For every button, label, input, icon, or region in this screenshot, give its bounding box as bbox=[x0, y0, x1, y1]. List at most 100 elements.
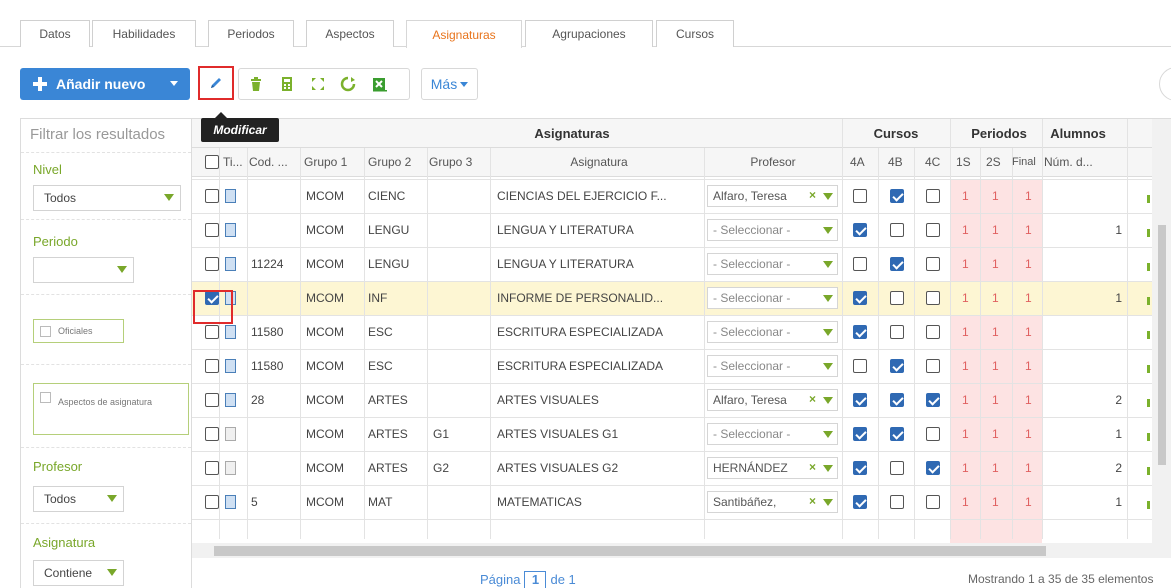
curso-4b-checkbox[interactable] bbox=[890, 223, 904, 237]
curso-4c-checkbox[interactable] bbox=[926, 257, 940, 271]
document-icon[interactable] bbox=[225, 325, 236, 339]
curso-4c-checkbox[interactable] bbox=[926, 393, 940, 407]
curso-4a-checkbox[interactable] bbox=[853, 359, 867, 373]
curso-4c-checkbox[interactable] bbox=[926, 291, 940, 305]
document-icon[interactable] bbox=[225, 257, 236, 271]
expand-button[interactable] bbox=[304, 68, 332, 100]
profesor-select[interactable]: Alfaro, Teresa × bbox=[707, 389, 838, 411]
curso-4b-checkbox[interactable] bbox=[890, 461, 904, 475]
tab-cursos[interactable]: Cursos bbox=[656, 20, 734, 47]
document-icon[interactable] bbox=[225, 393, 236, 407]
col-header-1s[interactable]: 1S bbox=[956, 148, 976, 176]
document-icon[interactable] bbox=[225, 495, 236, 509]
profesor-select[interactable]: - Seleccionar - bbox=[707, 219, 838, 241]
col-header-grupo3[interactable]: Grupo 3 bbox=[429, 148, 489, 176]
curso-4b-checkbox[interactable] bbox=[890, 257, 904, 271]
refresh-button[interactable] bbox=[334, 68, 362, 100]
col-header-4a[interactable]: 4A bbox=[850, 148, 870, 176]
document-icon[interactable] bbox=[225, 189, 236, 203]
curso-4b-checkbox[interactable] bbox=[890, 325, 904, 339]
row-checkbox[interactable] bbox=[205, 393, 219, 407]
col-header-2s[interactable]: 2S bbox=[986, 148, 1006, 176]
dropdown-caret-icon[interactable] bbox=[170, 81, 178, 86]
curso-4c-checkbox[interactable] bbox=[926, 495, 940, 509]
col-header-final[interactable]: Final bbox=[1012, 148, 1046, 176]
periodo-select[interactable] bbox=[33, 257, 134, 283]
row-checkbox[interactable] bbox=[205, 359, 219, 373]
curso-4a-checkbox[interactable] bbox=[853, 495, 867, 509]
col-header-profesor[interactable]: Profesor bbox=[704, 148, 842, 176]
curso-4a-checkbox[interactable] bbox=[853, 427, 867, 441]
row-checkbox[interactable] bbox=[205, 427, 219, 441]
curso-4b-checkbox[interactable] bbox=[890, 427, 904, 441]
col-header-grupo2[interactable]: Grupo 2 bbox=[368, 148, 428, 176]
col-header-4c[interactable]: 4C bbox=[925, 148, 945, 176]
curso-4a-checkbox[interactable] bbox=[853, 291, 867, 305]
row-checkbox[interactable] bbox=[205, 257, 219, 271]
profesor-select[interactable]: - Seleccionar - bbox=[707, 321, 838, 343]
curso-4a-checkbox[interactable] bbox=[853, 393, 867, 407]
profesor-select[interactable]: - Seleccionar - bbox=[707, 355, 838, 377]
curso-4c-checkbox[interactable] bbox=[926, 189, 940, 203]
select-all-checkbox[interactable] bbox=[205, 155, 219, 169]
curso-4c-checkbox[interactable] bbox=[926, 461, 940, 475]
profesor-select[interactable]: Alfaro, Teresa × bbox=[707, 185, 838, 207]
curso-4c-checkbox[interactable] bbox=[926, 427, 940, 441]
filter-results-input[interactable]: Filtrar los resultados bbox=[30, 126, 165, 143]
profesor-select[interactable]: - Seleccionar - bbox=[707, 423, 838, 445]
more-button[interactable]: Más bbox=[421, 68, 478, 100]
col-header-tipo[interactable]: Ti... bbox=[223, 148, 247, 176]
curso-4b-checkbox[interactable] bbox=[890, 495, 904, 509]
oficiales-checkbox[interactable]: Oficiales bbox=[33, 319, 124, 343]
curso-4a-checkbox[interactable] bbox=[853, 461, 867, 475]
page-number-input[interactable]: 1 bbox=[524, 571, 547, 588]
nivel-select[interactable]: Todos bbox=[33, 185, 181, 211]
document-icon[interactable] bbox=[225, 359, 236, 373]
col-header-num-alumnos[interactable]: Núm. d... bbox=[1044, 148, 1116, 176]
aspectos-checkbox[interactable]: Aspectos de asignatura bbox=[33, 383, 189, 435]
row-checkbox[interactable] bbox=[205, 223, 219, 237]
col-header-asignatura[interactable]: Asignatura bbox=[494, 148, 704, 176]
calculator-button[interactable] bbox=[273, 68, 301, 100]
export-excel-button[interactable] bbox=[366, 68, 394, 100]
add-new-button[interactable]: Añadir nuevo bbox=[20, 68, 190, 100]
profesor-select[interactable]: Todos bbox=[33, 486, 124, 512]
tab-habilidades[interactable]: Habilidades bbox=[92, 20, 196, 47]
clear-icon[interactable]: × bbox=[809, 188, 816, 202]
curso-4c-checkbox[interactable] bbox=[926, 223, 940, 237]
curso-4b-checkbox[interactable] bbox=[890, 189, 904, 203]
curso-4c-checkbox[interactable] bbox=[926, 325, 940, 339]
document-icon[interactable] bbox=[225, 461, 236, 475]
curso-4b-checkbox[interactable] bbox=[890, 291, 904, 305]
col-header-cod[interactable]: Cod. ... bbox=[249, 148, 297, 176]
profesor-select[interactable]: - Seleccionar - bbox=[707, 287, 838, 309]
curso-4c-checkbox[interactable] bbox=[926, 359, 940, 373]
profesor-select[interactable]: - Seleccionar - bbox=[707, 253, 838, 275]
tab-aspectos[interactable]: Aspectos bbox=[306, 20, 394, 47]
delete-button[interactable] bbox=[242, 68, 270, 100]
row-checkbox[interactable] bbox=[205, 495, 219, 509]
clear-icon[interactable]: × bbox=[809, 392, 816, 406]
document-icon[interactable] bbox=[225, 223, 236, 237]
profesor-select[interactable]: Santibáñez, × bbox=[707, 491, 838, 513]
curso-4b-checkbox[interactable] bbox=[890, 393, 904, 407]
clear-icon[interactable]: × bbox=[809, 494, 816, 508]
tab-datos[interactable]: Datos bbox=[20, 20, 90, 47]
asignatura-select[interactable]: Contiene bbox=[33, 560, 124, 586]
col-header-4b[interactable]: 4B bbox=[888, 148, 908, 176]
curso-4a-checkbox[interactable] bbox=[853, 189, 867, 203]
curso-4a-checkbox[interactable] bbox=[853, 257, 867, 271]
tab-agrupaciones[interactable]: Agrupaciones bbox=[525, 20, 653, 47]
row-checkbox[interactable] bbox=[205, 189, 219, 203]
document-icon[interactable] bbox=[225, 427, 236, 441]
curso-4a-checkbox[interactable] bbox=[853, 325, 867, 339]
row-checkbox[interactable] bbox=[205, 461, 219, 475]
tab-periodos[interactable]: Periodos bbox=[208, 20, 294, 47]
curso-4a-checkbox[interactable] bbox=[853, 223, 867, 237]
clear-icon[interactable]: × bbox=[809, 460, 816, 474]
edit-button[interactable] bbox=[198, 66, 234, 100]
curso-4b-checkbox[interactable] bbox=[890, 359, 904, 373]
profesor-select[interactable]: HERNÁNDEZ × bbox=[707, 457, 838, 479]
row-checkbox[interactable] bbox=[205, 325, 219, 339]
round-button[interactable] bbox=[1159, 67, 1171, 101]
